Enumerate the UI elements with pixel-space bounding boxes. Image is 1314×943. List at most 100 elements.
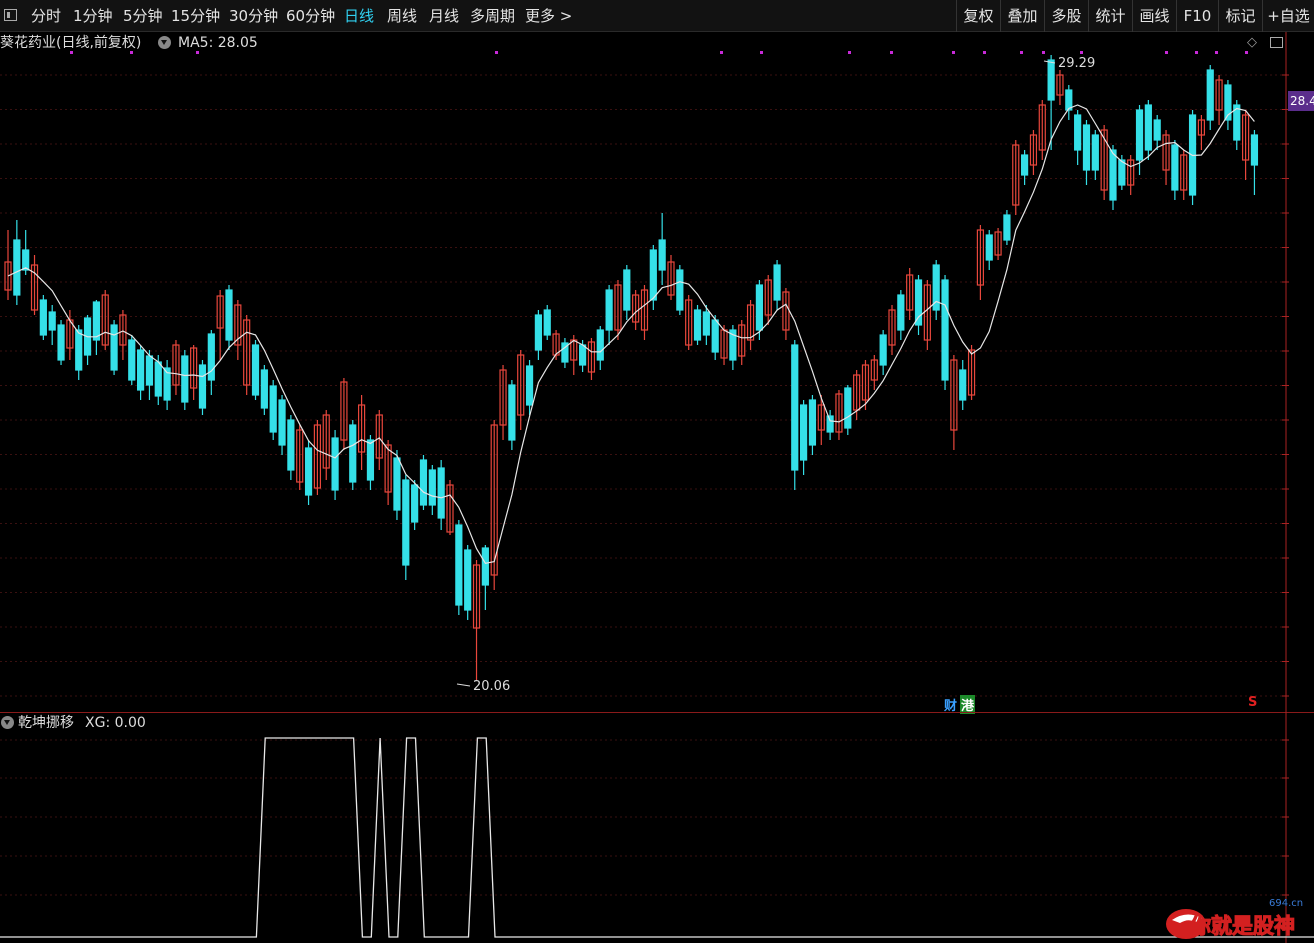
candle	[552, 330, 560, 360]
candle	[1082, 120, 1091, 185]
candle-body	[1153, 119, 1161, 141]
candlestick-chart[interactable]: 29.29 20.06	[0, 32, 1314, 712]
period-tab-weekly[interactable]: 周线	[387, 0, 417, 32]
candle-body	[154, 361, 162, 397]
candle-body	[437, 467, 445, 519]
candle-body	[755, 284, 764, 331]
candle	[1180, 150, 1188, 200]
candle	[1135, 105, 1144, 175]
candle	[48, 305, 56, 345]
candle	[782, 288, 790, 340]
signal-marker	[1042, 51, 1045, 54]
candle	[994, 228, 1002, 260]
candle-body	[844, 387, 852, 429]
mark-button[interactable]: 标记	[1218, 0, 1262, 32]
candle	[163, 360, 171, 410]
period-more-button[interactable]: 更多 >	[525, 0, 572, 32]
logo-emblem: 694.cn 你就是股神	[1166, 898, 1303, 939]
candle	[1206, 65, 1214, 130]
candle	[676, 265, 684, 315]
candle-body	[1065, 89, 1073, 111]
candle	[349, 420, 357, 490]
candle-body	[543, 309, 551, 336]
candle	[888, 305, 896, 355]
candle	[941, 275, 949, 390]
candle	[464, 545, 472, 620]
candle	[119, 310, 127, 360]
period-tab-monthly[interactable]: 月线	[429, 0, 459, 32]
period-tab-60min[interactable]: 60分钟	[286, 0, 335, 32]
overlay-button[interactable]: 叠加	[1000, 0, 1044, 32]
candle-body	[145, 355, 154, 386]
candle	[596, 326, 604, 370]
f10-button[interactable]: F10	[1176, 0, 1218, 32]
candle	[101, 290, 109, 350]
candle-body	[1118, 159, 1126, 186]
candle-body	[914, 279, 923, 326]
period-tab-1min[interactable]: 1分钟	[73, 0, 113, 32]
signal-marker	[1080, 51, 1083, 54]
candle-body	[658, 239, 666, 271]
candle	[490, 420, 498, 590]
candle	[181, 350, 189, 410]
signal-marker	[720, 51, 723, 54]
candle	[243, 315, 251, 395]
signal-marker	[760, 51, 763, 54]
fuquan-button[interactable]: 复权	[956, 0, 1000, 32]
candle	[959, 360, 967, 410]
candle	[685, 295, 693, 350]
watermark-text: 你就是股神	[1189, 914, 1295, 938]
candle-body	[596, 329, 604, 361]
high-price-label: 29.29	[1058, 56, 1095, 71]
candle	[225, 285, 233, 350]
period-tab-fenshi[interactable]: 分时	[31, 0, 61, 32]
candle-body	[959, 369, 967, 401]
candle	[1233, 100, 1241, 150]
signal-marker	[1195, 51, 1198, 54]
candle	[39, 295, 47, 340]
candle-body	[1047, 59, 1055, 101]
candle	[1074, 110, 1082, 165]
candle	[755, 280, 764, 340]
period-tab-multi[interactable]: 多周期	[470, 0, 515, 32]
candle	[693, 305, 702, 345]
period-tab-5min[interactable]: 5分钟	[123, 0, 163, 32]
candle	[658, 213, 666, 285]
candle	[110, 320, 118, 375]
candle-body	[1144, 104, 1152, 151]
menu-toggle-icon[interactable]	[4, 9, 17, 21]
candle	[92, 300, 101, 355]
add-watchlist-button[interactable]: +自选	[1262, 0, 1314, 32]
candle	[561, 338, 569, 368]
candle-body	[402, 479, 410, 566]
candle	[446, 480, 454, 535]
statistics-button[interactable]: 统计	[1088, 0, 1132, 32]
candle-body	[366, 439, 375, 481]
candle-body	[22, 249, 30, 271]
period-tab-30min[interactable]: 30分钟	[229, 0, 278, 32]
candle-body	[1091, 134, 1099, 171]
candle-body	[419, 459, 428, 506]
candle	[1188, 110, 1197, 205]
candle	[1215, 75, 1223, 125]
s-event-badge[interactable]: S	[1248, 695, 1257, 710]
candle	[976, 225, 985, 300]
candle-body	[711, 319, 719, 353]
signal-marker	[130, 51, 133, 54]
candle	[1029, 130, 1038, 175]
period-tab-daily[interactable]: 日线	[344, 0, 374, 32]
multi-stock-button[interactable]: 多股	[1044, 0, 1088, 32]
signal-marker	[1245, 51, 1248, 54]
candle	[861, 360, 870, 410]
candle-body	[799, 404, 808, 461]
candle-body	[534, 314, 543, 351]
candle-body	[39, 299, 47, 336]
candle	[340, 378, 348, 450]
candle-body	[826, 415, 834, 433]
candle-body	[791, 344, 799, 471]
indicator-chart[interactable]	[0, 712, 1314, 943]
candle	[1162, 130, 1170, 185]
period-toolbar: 分时 1分钟 5分钟 15分钟 30分钟 60分钟 日线 周线 月线 多周期 更…	[0, 0, 1314, 32]
draw-line-button[interactable]: 画线	[1132, 0, 1176, 32]
period-tab-15min[interactable]: 15分钟	[171, 0, 220, 32]
